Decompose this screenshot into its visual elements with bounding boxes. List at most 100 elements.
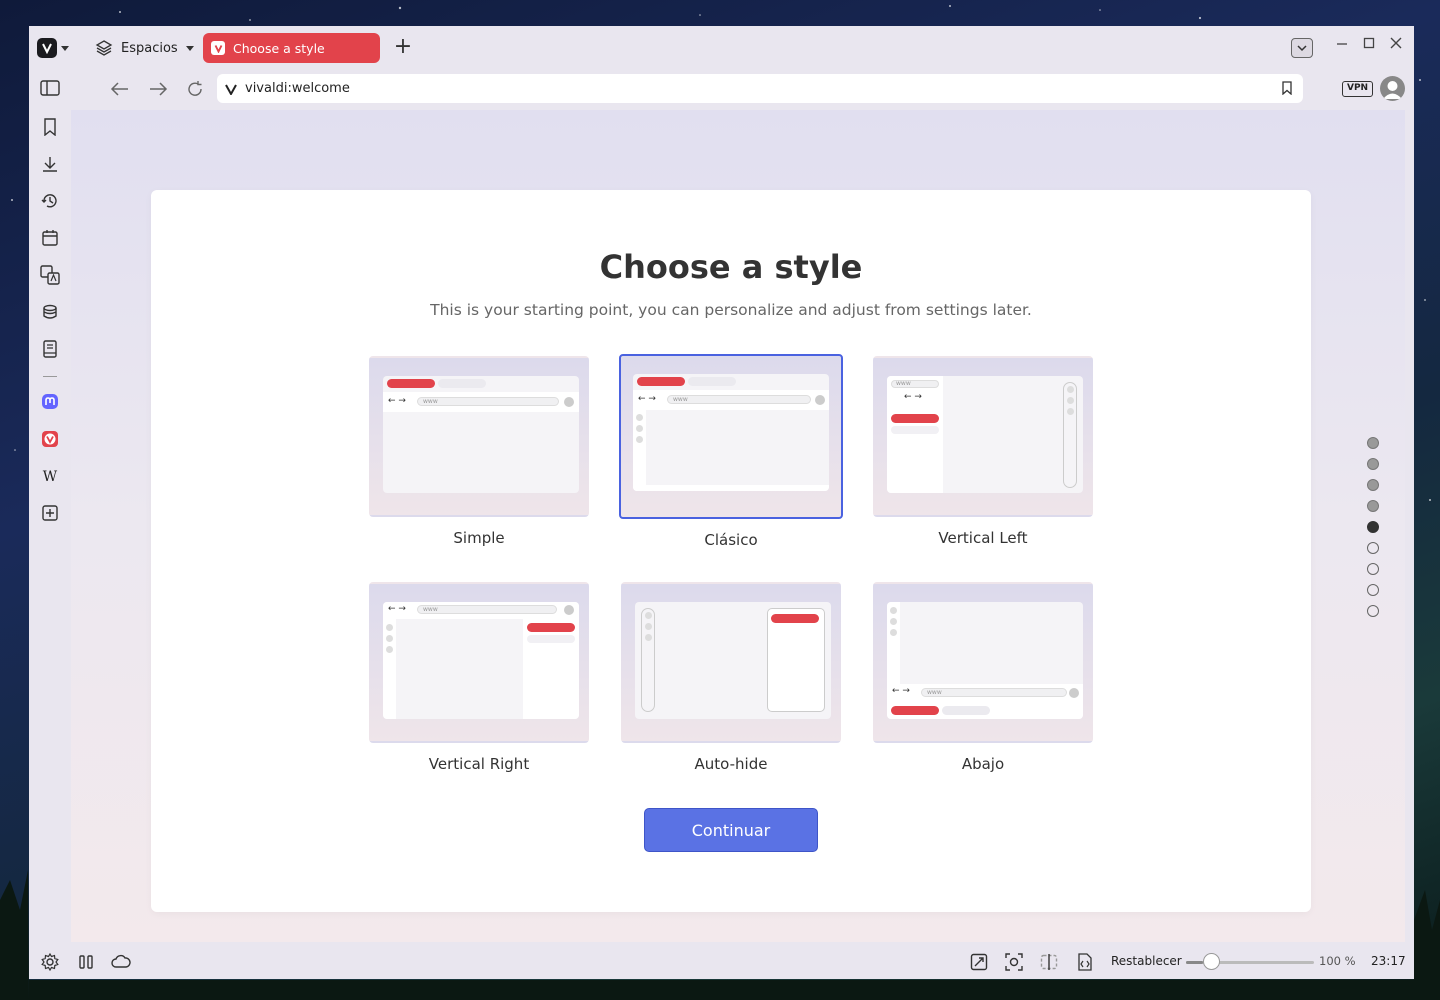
zoom-slider-handle[interactable]	[1203, 953, 1220, 970]
url-text: vivaldi:welcome	[245, 81, 350, 96]
style-option-abajo[interactable]: ← → www Abajo	[873, 582, 1097, 773]
workspaces-button[interactable]: Espacios	[95, 36, 194, 60]
wikipedia-icon: W	[43, 469, 58, 485]
chevron-down-icon	[1297, 45, 1307, 52]
capture-icon	[1005, 953, 1023, 971]
preview-screen: ← → www	[383, 602, 579, 719]
style-option-label: Simple	[453, 529, 505, 547]
step-dot[interactable]	[1367, 458, 1379, 470]
reload-button[interactable]	[182, 78, 208, 100]
user-icon	[1383, 81, 1402, 99]
page-content: Choose a style This is your starting poi…	[71, 110, 1405, 942]
step-dot[interactable]	[1367, 542, 1379, 554]
preview-screen: ← → www	[383, 376, 579, 493]
step-dot[interactable]	[1367, 500, 1379, 512]
tab-bar: Espacios Choose a style +	[29, 26, 1414, 70]
sync-button[interactable]	[111, 952, 131, 972]
page-actions-button[interactable]	[1074, 952, 1094, 972]
page-tiling-button[interactable]	[1039, 952, 1059, 972]
mastodon-icon	[42, 394, 58, 409]
sidebar-item-add-panel[interactable]	[39, 502, 61, 524]
address-bar[interactable]: vivaldi:welcome	[217, 74, 1303, 103]
style-preview-selected: ← → www	[619, 354, 843, 519]
translate-icon	[40, 265, 60, 285]
sidebar-item-mastodon[interactable]	[39, 391, 61, 413]
minimize-icon	[1337, 43, 1347, 45]
zoom-level: 100 %	[1319, 954, 1356, 968]
status-bar: Restablecer 100 % 23:17	[29, 944, 1414, 979]
arrow-right-icon	[150, 82, 168, 96]
continue-button[interactable]: Continuar	[644, 808, 818, 852]
split-view-icon	[1040, 954, 1058, 970]
forward-button[interactable]	[145, 78, 171, 100]
style-option-label: Clásico	[704, 531, 758, 549]
style-option-auto-hide[interactable]: Auto-hide	[621, 582, 845, 773]
close-window-button[interactable]	[1385, 34, 1407, 52]
zoom-reset-button[interactable]: Restablecer	[1111, 954, 1182, 968]
sidebar-toggle-icon	[40, 80, 60, 96]
tab-list-button[interactable]	[1291, 38, 1313, 58]
vivaldi-menu-button[interactable]	[37, 36, 77, 60]
screenshot-button[interactable]	[1004, 952, 1024, 972]
step-dot-current[interactable]	[1367, 521, 1379, 533]
style-option-label: Auto-hide	[694, 755, 768, 773]
sidebar-item-vivaldi[interactable]	[39, 428, 61, 450]
sidebar-item-wikipedia[interactable]: W	[39, 465, 61, 487]
cloud-icon	[111, 954, 131, 968]
vivaldi-site-icon	[225, 84, 237, 95]
preview-screen	[635, 602, 831, 719]
vivaldi-favicon-icon	[211, 41, 225, 55]
sidebar-item-bookmarks[interactable]	[39, 116, 61, 138]
calendar-icon	[42, 230, 58, 246]
style-option-simple[interactable]: ← → www Simple	[369, 356, 593, 547]
preview-screen: www ← →	[887, 376, 1083, 493]
window-size-button[interactable]	[969, 952, 989, 972]
tile-tabs-button[interactable]	[76, 952, 96, 972]
sidebar-divider	[43, 376, 57, 377]
style-preview: ← → www	[873, 582, 1093, 743]
page-title: Choose a style	[599, 248, 863, 286]
sidebar-item-translate[interactable]	[39, 264, 61, 286]
style-option-vertical-left[interactable]: www ← → Vertical Left	[873, 356, 1097, 547]
gear-icon	[41, 953, 59, 971]
style-preview: ← → www	[369, 356, 589, 517]
sidebar-item-downloads[interactable]	[39, 153, 61, 175]
step-dot[interactable]	[1367, 605, 1379, 617]
panel-toggle-button[interactable]	[40, 80, 60, 100]
sidebar-item-history[interactable]	[39, 190, 61, 212]
maximize-button[interactable]	[1358, 34, 1380, 52]
step-dot[interactable]	[1367, 479, 1379, 491]
style-preview: www ← →	[873, 356, 1093, 517]
page-subtitle: This is your starting point, you can per…	[430, 301, 1032, 319]
style-option-vertical-right[interactable]: ← → www Vertical Right	[369, 582, 593, 773]
back-button[interactable]	[107, 78, 133, 100]
maximize-icon	[1363, 37, 1375, 49]
new-tab-button[interactable]: +	[391, 36, 415, 60]
minimize-button[interactable]	[1331, 34, 1353, 52]
browser-window: Espacios Choose a style + vivaldi:welcom…	[29, 26, 1414, 979]
sidebar-item-reading-list[interactable]	[39, 301, 61, 323]
clock: 23:17	[1371, 954, 1406, 968]
profile-avatar[interactable]	[1380, 76, 1405, 101]
sidebar-item-notes[interactable]	[39, 338, 61, 360]
style-option-label: Abajo	[961, 755, 1005, 773]
vivaldi-icon	[42, 431, 58, 447]
step-dot[interactable]	[1367, 437, 1379, 449]
style-preview	[621, 582, 841, 743]
style-option-clasico[interactable]: ← → www Clásico	[619, 354, 845, 549]
bookmark-page-button[interactable]	[1281, 81, 1293, 99]
history-icon	[41, 194, 57, 208]
vpn-button[interactable]: VPN	[1342, 81, 1374, 97]
settings-button[interactable]	[40, 952, 60, 972]
add-panel-icon	[42, 505, 58, 521]
notes-icon	[43, 340, 57, 358]
tab-active[interactable]: Choose a style	[203, 33, 380, 63]
progress-steps	[1367, 437, 1379, 626]
sidebar-item-calendar[interactable]	[39, 227, 61, 249]
step-dot[interactable]	[1367, 563, 1379, 575]
layers-icon	[95, 40, 113, 56]
welcome-card: Choose a style This is your starting poi…	[151, 190, 1311, 912]
chevron-down-icon	[185, 45, 194, 51]
step-dot[interactable]	[1367, 584, 1379, 596]
zoom-slider-fill	[1186, 961, 1203, 964]
